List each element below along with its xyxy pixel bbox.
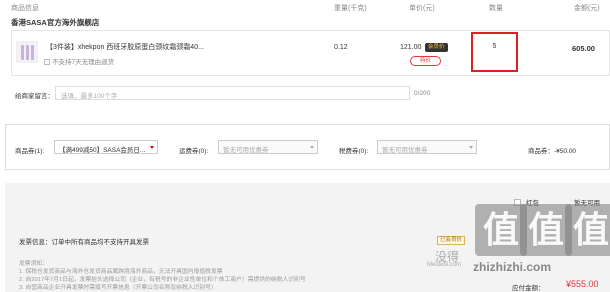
product-coupon-value: 【满499减50】SASA会员日...: [59, 147, 146, 154]
col-unit-price: 单价(元): [409, 5, 435, 12]
cart-item: 【3件装】xhekpon 西班牙胶原蛋白颈纹霜颈霜40... 不支持7天无理由退…: [11, 30, 610, 76]
coupon-section: 商品券(1): 【满499减50】SASA会员日... 运费券(0): 暂无可用…: [5, 124, 610, 170]
no-return-notice: 不支持7天无理由退货: [44, 56, 114, 66]
watermark-site: Meidebi.com: [427, 262, 462, 268]
invoice-info: 发票信息：订单中所有商品均不支持开具发票: [19, 239, 149, 246]
tax-coupon-select[interactable]: 暂无可用优惠券: [377, 140, 477, 154]
col-amount: 金额(元): [574, 5, 600, 12]
no-return-icon: [44, 59, 50, 65]
watermark-char: 值: [565, 204, 610, 256]
col-weight: 重量(千克): [334, 5, 367, 12]
chevron-down-icon: [150, 146, 154, 149]
seller-message-label: 给商家留言：: [15, 93, 54, 100]
product-coupon-select[interactable]: 【满499减50】SASA会员日...: [54, 140, 158, 154]
store-name[interactable]: 香港SASA官方海外旗舰店: [11, 17, 99, 28]
tax-coupon-value: 暂无可用优惠券: [382, 147, 428, 154]
item-amount: 605.00: [572, 44, 595, 53]
chevron-down-icon: [310, 146, 314, 149]
product-name[interactable]: 【3件装】xhekpon 西班牙胶原蛋白颈纹霜颈霜40...: [46, 42, 204, 52]
column-header-row: 商品信息 重量(千克) 单价(元) 数量 金额(元): [0, 0, 610, 14]
chevron-down-icon: [469, 146, 473, 149]
product-coupon-label: 商品券(1):: [15, 148, 45, 155]
shipping-coupon-select[interactable]: 暂无可用优惠券: [218, 140, 318, 154]
payable-amount: ¥555.00: [566, 279, 599, 289]
col-quantity: 数量: [489, 5, 503, 12]
payable-label: 应付金额：: [512, 285, 545, 292]
watermark-url: zhizhizhi.com: [473, 260, 551, 274]
product-weight: 0.12: [334, 44, 348, 51]
coupon-total: 商品券：-¥50.00: [528, 148, 577, 155]
special-price-tag: 特价: [410, 56, 441, 66]
message-char-count: 0/200: [414, 90, 431, 97]
tax-coupon-label: 税费券(0):: [339, 148, 369, 155]
unit-price: 121.00: [400, 44, 422, 51]
no-return-text: 不支持7天无理由退货: [52, 59, 115, 66]
seller-message-input[interactable]: 选填，最多100个字: [55, 86, 410, 100]
invoice-notice-3: 3. 自营商品企业开具发票时需填写开票信息（开票公司名称及纳税人识别号）: [19, 285, 217, 291]
quantity-value[interactable]: 5: [473, 43, 516, 50]
product-thumbnail[interactable]: [16, 41, 38, 63]
shipping-coupon-value: 暂无可用优惠券: [223, 147, 269, 154]
shipping-coupon-label: 运费券(0):: [179, 148, 209, 155]
col-product-info: 商品信息: [11, 5, 39, 12]
member-price-badge: 会员价: [425, 43, 448, 52]
watermark-overlay: 值 值 值 没得 zhizhizhi.com Meidebi.com: [427, 204, 610, 282]
quantity-highlight: 5: [471, 32, 518, 72]
